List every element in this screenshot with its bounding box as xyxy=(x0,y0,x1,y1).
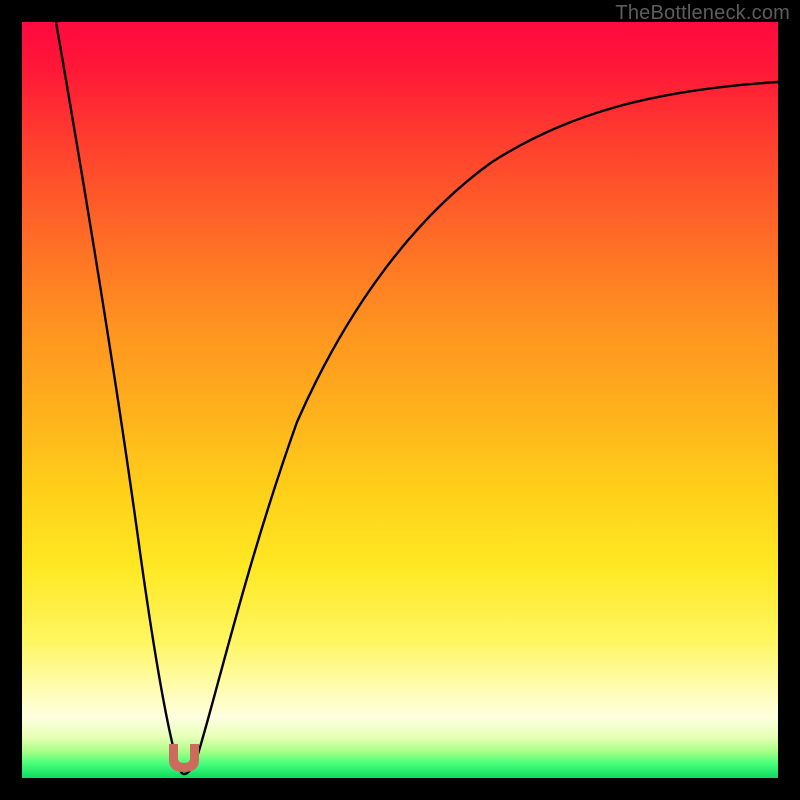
min-marker-icon xyxy=(163,742,205,776)
chart-root: TheBottleneck.com xyxy=(0,0,800,800)
min-marker xyxy=(163,742,205,781)
bottleneck-curve-path xyxy=(56,22,778,774)
plot-area xyxy=(22,22,778,778)
curve-layer xyxy=(22,22,778,778)
